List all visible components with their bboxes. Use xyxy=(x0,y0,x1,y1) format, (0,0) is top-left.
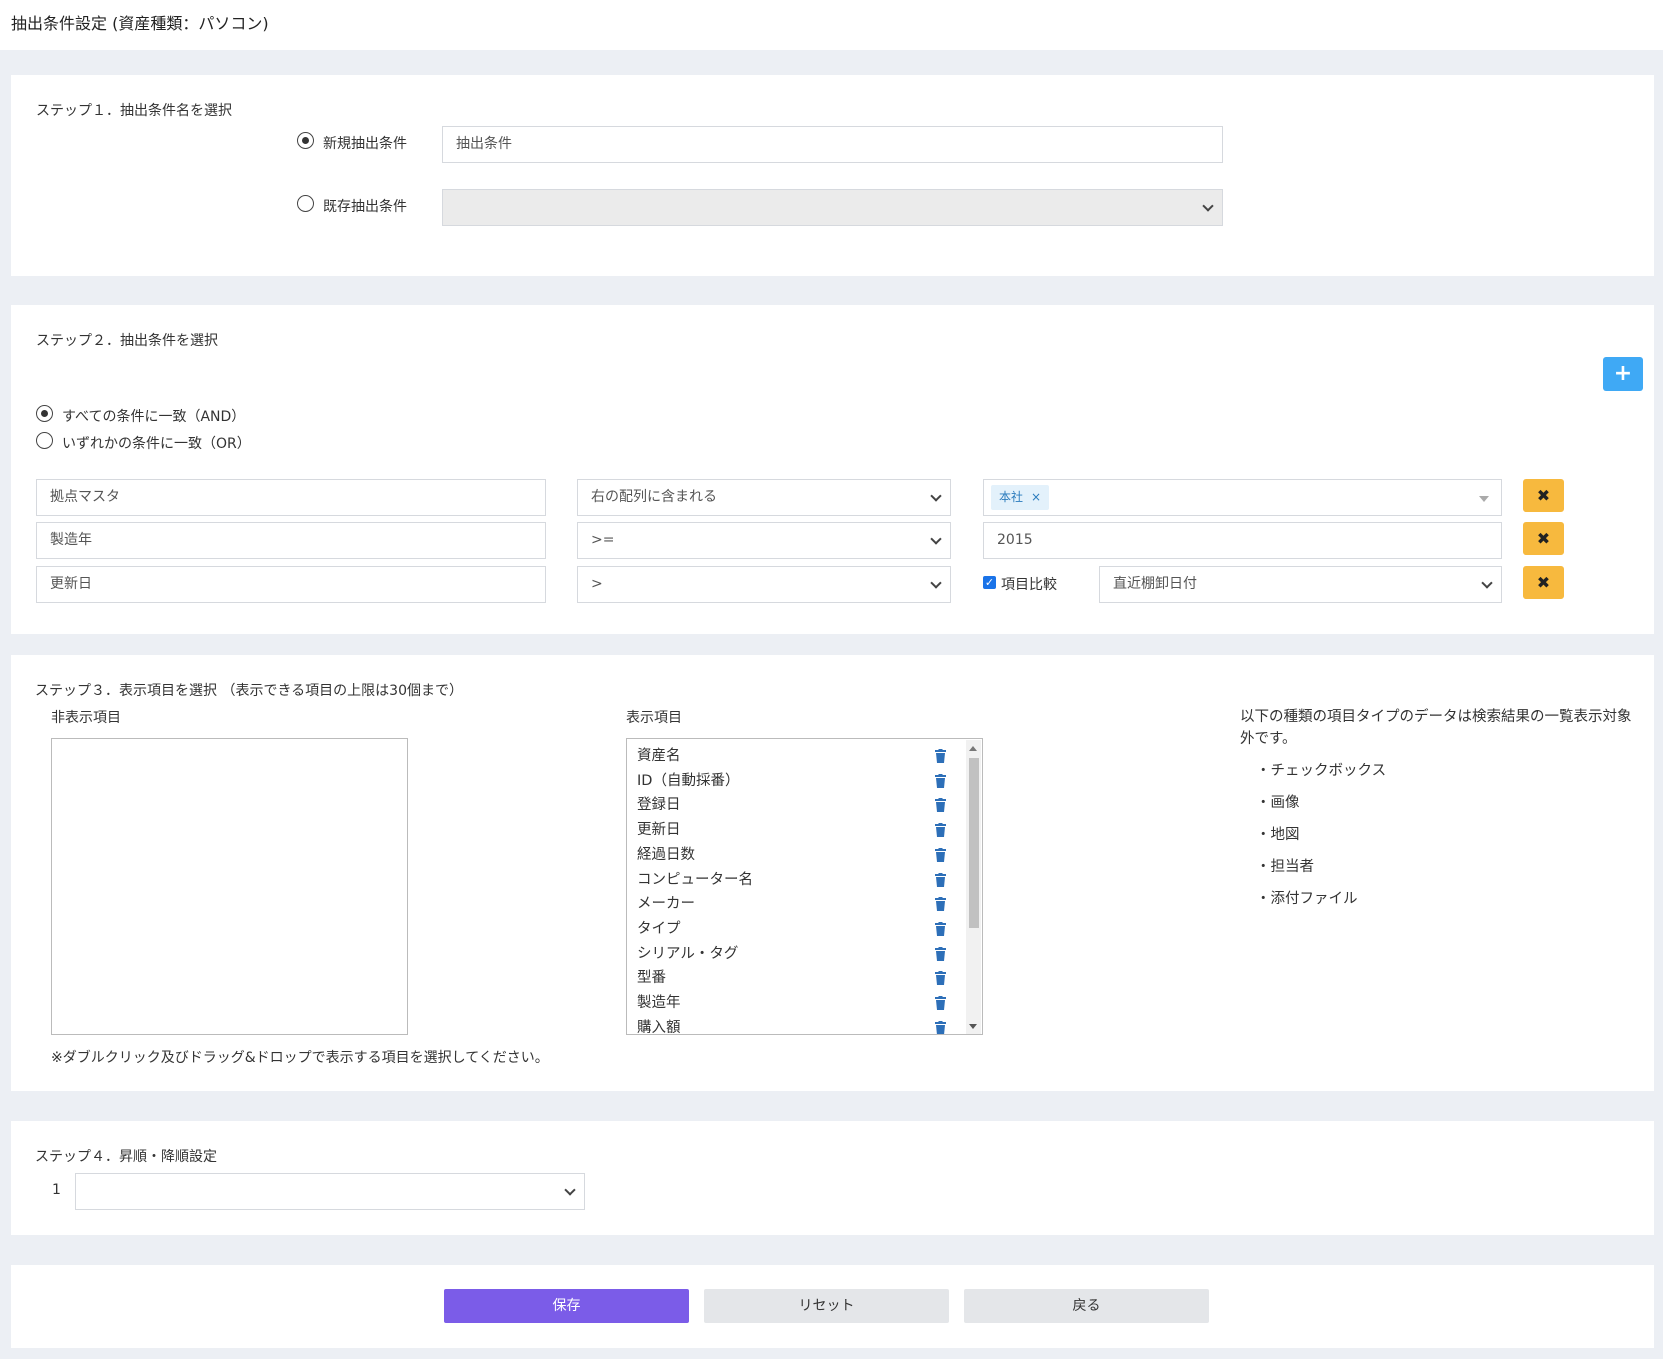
list-item[interactable]: 資産名 xyxy=(637,744,681,765)
condition-field-3[interactable]: 更新日 xyxy=(36,566,546,603)
close-icon: ✖ xyxy=(1536,486,1551,505)
condition-operator-3-value: > xyxy=(591,576,603,592)
back-button[interactable]: 戻る xyxy=(964,1289,1209,1323)
list-item[interactable]: 型番 xyxy=(637,966,666,987)
existing-condition-label: 既存抽出条件 xyxy=(323,199,407,215)
list-item[interactable]: ID（自動採番） xyxy=(637,769,739,790)
trash-icon[interactable] xyxy=(935,970,946,986)
compare-checkbox[interactable]: ✓ xyxy=(983,576,996,589)
list-item[interactable]: メーカー xyxy=(637,892,695,913)
new-condition-label: 新規抽出条件 xyxy=(323,136,407,152)
list-item[interactable]: タイプ xyxy=(637,917,681,938)
compare-field-select[interactable]: 直近棚卸日付 xyxy=(1099,566,1502,603)
condition-field-1[interactable]: 拠点マスタ xyxy=(36,479,546,516)
trash-icon[interactable] xyxy=(935,773,946,788)
trash-icon[interactable] xyxy=(935,822,946,838)
excluded-types-note: 以下の種類の項目タイプのデータは検索結果の一覧表示対象外です。 xyxy=(1240,709,1632,747)
step1-card: ステップ１．抽出条件名を選択 新規抽出条件 抽出条件 既存抽出条件 xyxy=(11,75,1654,276)
match-all-radio[interactable] xyxy=(36,405,53,422)
condition-operator-1[interactable]: 右の配列に含まれる xyxy=(577,479,951,516)
page-header: 抽出条件設定 (資産種類：パソコン) xyxy=(0,0,1663,50)
trash-icon[interactable] xyxy=(935,847,946,862)
shown-items-list[interactable]: 資産名 ID（自動採番） 登録日更新日経過日数コンピューター名 メーカータイプシリアル… xyxy=(626,738,983,1035)
match-all-label: すべての条件に一致（AND） xyxy=(62,409,246,425)
list-item[interactable]: シリアル・タグ xyxy=(637,942,738,963)
hidden-items-list[interactable] xyxy=(51,738,408,1035)
condition-operator-2[interactable]: >= xyxy=(577,522,951,559)
trash-icon[interactable] xyxy=(935,1020,946,1034)
selection-hint: ※ダブルクリック及びドラッグ&ドロップで表示する項目を選択してください。 xyxy=(51,1050,549,1066)
list-item[interactable]: 購入額 xyxy=(637,1016,681,1034)
close-icon: ✖ xyxy=(1536,573,1551,592)
tag-remove-icon[interactable]: × xyxy=(1031,490,1041,504)
excluded-type-item: ・画像 xyxy=(1256,795,1300,811)
close-icon: ✖ xyxy=(1536,529,1551,548)
trash-icon[interactable] xyxy=(935,797,946,813)
match-any-radio[interactable] xyxy=(36,432,53,449)
step3-title: ステップ３．表示項目を選択 （表示できる項目の上限は30個まで） xyxy=(35,683,463,699)
chevron-down-icon xyxy=(564,1184,576,1196)
delete-condition-button-3[interactable]: ✖ xyxy=(1523,566,1564,599)
excluded-type-item: ・担当者 xyxy=(1256,859,1314,875)
scrollbar[interactable] xyxy=(966,740,981,1034)
scrollbar-thumb[interactable] xyxy=(969,758,979,928)
existing-condition-radio[interactable] xyxy=(297,195,314,212)
existing-condition-select[interactable] xyxy=(442,189,1223,226)
condition-value-1[interactable]: 本社 × xyxy=(983,479,1502,516)
chevron-down-icon xyxy=(1481,577,1493,589)
list-item[interactable]: 経過日数 xyxy=(637,843,695,864)
excluded-type-item: ・チェックボックス xyxy=(1256,763,1387,779)
step4-title: ステップ４．昇順・降順設定 xyxy=(35,1149,217,1165)
trash-icon[interactable] xyxy=(935,946,946,961)
value-tag-label: 本社 xyxy=(999,490,1024,504)
step4-card: ステップ４．昇順・降順設定 1 xyxy=(11,1121,1654,1235)
condition-name-input[interactable]: 抽出条件 xyxy=(442,126,1223,163)
match-any-label: いずれかの条件に一致（OR） xyxy=(62,436,251,452)
trash-icon[interactable] xyxy=(935,872,946,887)
value-tag: 本社 × xyxy=(991,485,1050,510)
condition-value-2[interactable]: 2015 xyxy=(983,522,1502,559)
step3-card: ステップ３．表示項目を選択 （表示できる項目の上限は30個まで） 非表示項目 表… xyxy=(11,655,1654,1091)
delete-condition-button-1[interactable]: ✖ xyxy=(1523,479,1564,512)
list-item[interactable]: 製造年 xyxy=(637,991,681,1012)
trash-icon[interactable] xyxy=(935,896,946,912)
actions-card: 保存 リセット 戻る xyxy=(11,1265,1654,1348)
condition-operator-3[interactable]: > xyxy=(577,566,951,603)
step1-title: ステップ１．抽出条件名を選択 xyxy=(36,103,232,119)
page-title: 抽出条件設定 (資産種類：パソコン) xyxy=(11,14,269,33)
hidden-items-label: 非表示項目 xyxy=(51,710,121,726)
chevron-down-icon xyxy=(930,577,942,589)
dropdown-caret-icon xyxy=(1479,496,1489,502)
list-item[interactable]: コンピューター名 xyxy=(637,868,753,889)
step2-title: ステップ２．抽出条件を選択 xyxy=(36,333,218,349)
excluded-type-item: ・地図 xyxy=(1256,827,1300,843)
new-condition-radio[interactable] xyxy=(297,132,314,149)
step2-card: ステップ２．抽出条件を選択 + すべての条件に一致（AND） いずれかの条件に一… xyxy=(11,305,1654,634)
compare-field-value: 直近棚卸日付 xyxy=(1113,576,1197,592)
trash-icon[interactable] xyxy=(935,921,946,936)
compare-label: 項目比較 xyxy=(1001,577,1057,593)
delete-condition-button-2[interactable]: ✖ xyxy=(1523,522,1564,555)
condition-operator-1-value: 右の配列に含まれる xyxy=(591,489,717,505)
condition-operator-2-value: >= xyxy=(591,532,615,548)
sort-select[interactable] xyxy=(75,1173,585,1210)
save-button[interactable]: 保存 xyxy=(444,1289,689,1323)
scroll-down-arrow-icon[interactable] xyxy=(969,1024,977,1029)
list-item[interactable]: 更新日 xyxy=(637,818,681,839)
chevron-down-icon xyxy=(930,490,942,502)
reset-button[interactable]: リセット xyxy=(704,1289,949,1323)
add-condition-button[interactable]: + xyxy=(1603,357,1643,391)
chevron-down-icon xyxy=(930,533,942,545)
excluded-type-item: ・添付ファイル xyxy=(1256,891,1358,907)
chevron-down-icon xyxy=(1202,200,1214,212)
trash-icon[interactable] xyxy=(935,748,946,763)
plus-icon: + xyxy=(1613,361,1633,386)
sort-row-number: 1 xyxy=(52,1182,61,1198)
shown-items-label: 表示項目 xyxy=(626,710,682,726)
list-item[interactable]: 登録日 xyxy=(637,793,681,814)
condition-field-2[interactable]: 製造年 xyxy=(36,522,546,559)
trash-icon[interactable] xyxy=(935,995,946,1010)
scroll-up-arrow-icon[interactable] xyxy=(969,746,977,751)
